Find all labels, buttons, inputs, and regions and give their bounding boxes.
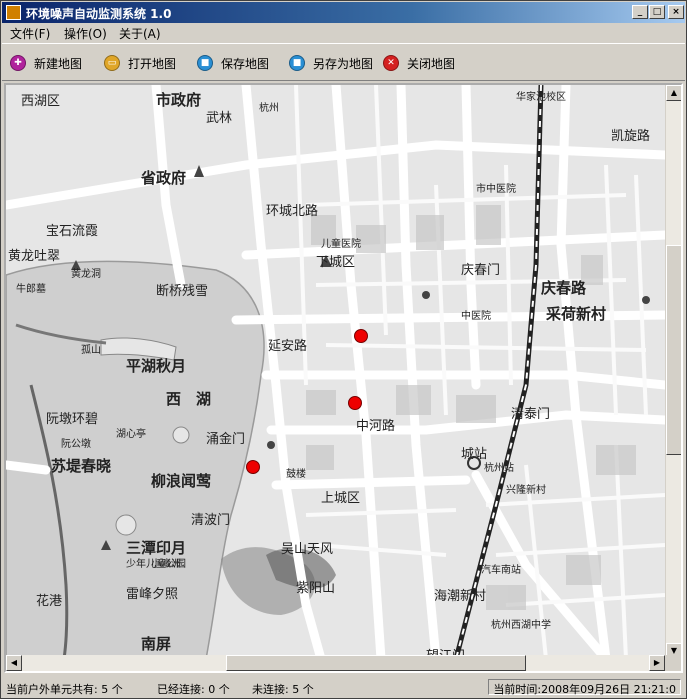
map-label: 海潮新村 [434,589,487,604]
monitor-unit-marker-3[interactable] [246,460,260,474]
map-label: 鼓楼 [286,469,306,480]
app-icon [6,5,21,20]
save-as-map-icon: ■ [289,55,305,71]
map-label: 孤山 [81,345,101,356]
save-map-button[interactable]: ■ 保存地图 [197,52,269,74]
map-label: 雷峰夕照 [126,587,179,602]
maximize-button[interactable]: □ [649,5,665,19]
horizontal-scrollbar[interactable]: ◀ ▶ [6,655,665,671]
map-label: 环城北路 [266,204,319,219]
map-label: 湖 [196,390,212,408]
map-label: 城站 [461,447,488,462]
title-bar[interactable]: 环境噪声自动监测系统 1.0 _ □ × [2,2,685,23]
map-label: 清泰门 [511,407,551,422]
map-label: 汽车南站 [481,565,521,576]
map-label: 庆春门 [461,263,501,278]
scroll-up-button[interactable]: ▲ [666,85,681,101]
city-map[interactable]: 市政府 武林 杭州 省政府 西湖区 宝石流霞 黄龙吐翠 牛郎墓 黄龙洞 断桥残雪… [6,85,665,659]
map-label: 清波门 [191,513,231,528]
close-map-icon: ✕ [383,55,399,71]
open-map-button[interactable]: ▭ 打开地图 [104,52,176,74]
window-title: 环境噪声自动监测系统 1.0 [26,7,172,21]
status-total-units: 当前户外单元共有: 5 个 [6,683,123,696]
map-label: 杭州 [259,103,279,114]
map-label: 中医院 [461,311,491,322]
map-label: 上城区 [321,491,361,506]
map-label: 阮公墩 [61,439,91,450]
map-label: 紫阳山 [296,581,336,596]
map-label: 兴隆新村 [506,485,546,496]
map-label: 黄龙吐翠 [8,249,61,264]
map-label: 阮墩环碧 [46,412,99,427]
new-map-icon: ✚ [10,55,26,71]
map-label: 南屏 [141,635,172,653]
map-label: 武林 [206,111,233,126]
map-label: 涌金门 [206,432,246,447]
toolbar: ✚ 新建地图 ▭ 打开地图 ■ 保存地图 ■ 另存为地图 ✕ 关闭地图 [2,43,685,81]
menu-bar: 文件(F) 操作(O) 关于(A) [2,23,685,42]
map-label: 中河路 [356,419,396,434]
scroll-right-button[interactable]: ▶ [649,655,665,671]
app-window: 环境噪声自动监测系统 1.0 _ □ × 文件(F) 操作(O) 关于(A) ✚… [0,0,687,699]
map-label: 延安路 [268,339,308,354]
monitor-unit-marker-1[interactable] [354,329,368,343]
map-label: 下城区 [316,255,356,270]
map-label: 宝石流霞 [46,224,99,239]
minimize-button[interactable]: _ [632,5,648,19]
new-map-label: 新建地图 [34,56,83,71]
map-viewport[interactable]: 市政府 武林 杭州 省政府 西湖区 宝石流霞 黄龙吐翠 牛郎墓 黄龙洞 断桥残雪… [4,83,683,673]
map-label: 儿童医院 [321,239,361,250]
map-label: 杭州西湖中学 [491,620,551,631]
map-label: 平湖秋月 [126,357,187,375]
status-connected: 已经连接: 0 个 [157,683,230,696]
map-label: 采荷新村 [546,305,607,323]
save-as-map-label: 另存为地图 [313,56,374,71]
map-label: 苏堤春晓 [51,457,112,475]
map-drawing [6,85,665,659]
save-map-label: 保存地图 [221,56,270,71]
map-label: 牛郎墓 [16,284,46,295]
status-current-time: 当前时间:2008年09月26日 21:21:0 [488,679,681,696]
vertical-scrollbar[interactable]: ▲ ▼ [665,85,681,659]
map-label: 柳浪闻莺 [151,472,212,490]
scroll-corner [665,655,681,671]
map-label: 西湖区 [21,94,61,109]
close-map-button[interactable]: ✕ 关闭地图 [383,52,455,74]
map-label: 少年儿童公园 [126,559,186,570]
map-label: 断桥残雪 [156,284,209,299]
vertical-scroll-thumb[interactable] [666,245,681,455]
map-label: 市政府 [156,91,202,109]
map-label: 杭州站 [484,463,514,474]
menu-file[interactable]: 文件(F) [10,25,50,42]
map-label: 花港 [36,594,63,609]
horizontal-scroll-thumb[interactable] [226,655,526,671]
close-button[interactable]: × [668,5,684,19]
monitor-unit-marker-2[interactable] [348,396,362,410]
map-label: 黄龙洞 [71,269,101,280]
status-bar: 当前户外单元共有: 5 个 已经连接: 0 个 未连接: 5 个 当前时间:20… [2,677,685,697]
open-map-label: 打开地图 [128,56,177,71]
open-map-icon: ▭ [104,55,120,71]
map-label: 省政府 [141,169,187,187]
map-label: 西 [166,390,182,408]
scroll-left-button[interactable]: ◀ [6,655,22,671]
map-label: 市中医院 [476,184,516,195]
status-disconnected: 未连接: 5 个 [252,683,314,696]
map-label: 庆春路 [541,279,587,297]
new-map-button[interactable]: ✚ 新建地图 [10,52,82,74]
save-map-icon: ■ [197,55,213,71]
map-label: 湖心亭 [116,429,146,440]
menu-operation[interactable]: 操作(O) [64,25,107,42]
map-label: 凯旋路 [611,129,651,144]
map-label: 吴山天风 [281,542,334,557]
menu-about[interactable]: 关于(A) [119,25,161,42]
map-label: 华家池校区 [516,92,566,103]
save-as-map-button[interactable]: ■ 另存为地图 [289,52,373,74]
close-map-label: 关闭地图 [407,56,456,71]
